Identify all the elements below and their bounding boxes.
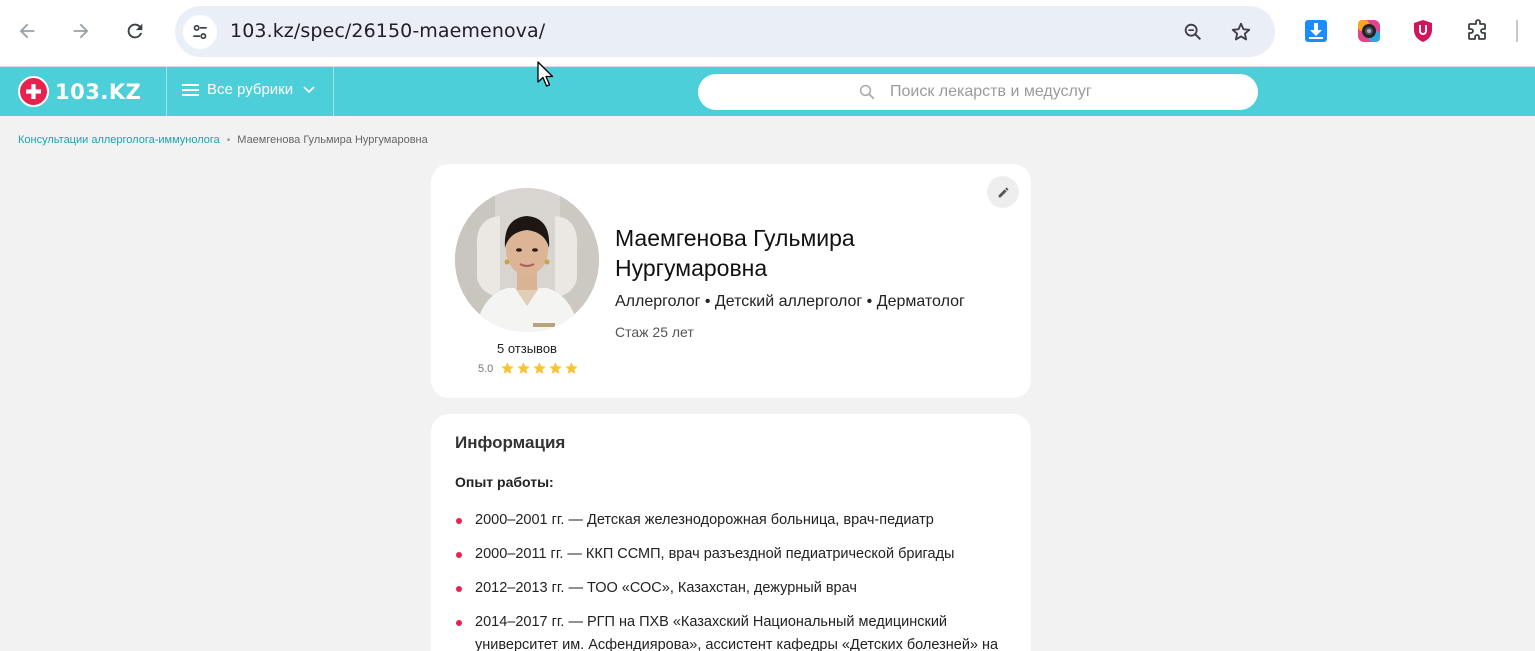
- header-divider: [166, 67, 167, 116]
- breadcrumb: Консультации аллерголога-иммунолога • Ма…: [18, 134, 428, 146]
- list-item: 2014–2017 гг. — РГП на ПХВ «Казахский На…: [455, 611, 1011, 651]
- edit-button[interactable]: [987, 176, 1019, 208]
- header-divider: [333, 67, 334, 116]
- breadcrumb-link-allergist[interactable]: Консультации аллерголога-иммунолога: [18, 134, 220, 146]
- work-experience-label: Опыт работы:: [455, 474, 554, 490]
- rubrics-menu-button[interactable]: Все рубрики: [182, 81, 315, 98]
- breadcrumb-separator: •: [226, 134, 231, 146]
- mouse-cursor-icon: [537, 61, 554, 87]
- camera-lens-icon: [1358, 20, 1380, 42]
- doctor-profile-card: 5 отзывов 5.0 Маемгенова Гульмира Нургум…: [431, 164, 1031, 398]
- info-title: Информация: [455, 433, 566, 452]
- info-card: Информация Опыт работы: 2000–2001 гг. — …: [431, 414, 1031, 651]
- tune-icon: [193, 24, 207, 40]
- list-item: 2012–2013 гг. — ТОО «СОС», Казахстан, де…: [455, 577, 1011, 600]
- star-icon: [549, 362, 562, 374]
- work-item-text: 2012–2013 гг. — ТОО «СОС», Казахстан, де…: [475, 580, 857, 596]
- site-logo[interactable]: 103.KZ: [18, 76, 141, 107]
- hamburger-icon: [182, 83, 199, 96]
- camera-extension-button[interactable]: [1355, 17, 1383, 45]
- bullet-icon: [456, 620, 462, 626]
- rubrics-label: Все рубрики: [207, 81, 294, 98]
- reviews-count[interactable]: 5 отзывов: [455, 341, 599, 356]
- rating: 5.0: [478, 361, 580, 376]
- search-icon: [859, 84, 875, 100]
- shield-icon: [1414, 20, 1432, 42]
- work-item-text: 2000–2011 гг. — ККП ССМП, врач разъездно…: [475, 546, 955, 562]
- work-experience-list: 2000–2001 гг. — Детская железнодорожная …: [455, 509, 1011, 651]
- zoom-button[interactable]: [1180, 19, 1206, 45]
- extensions-button[interactable]: [1464, 17, 1492, 45]
- bullet-icon: [456, 518, 462, 524]
- star-icon: [517, 362, 530, 374]
- site-header: 103.KZ Все рубрики: [0, 67, 1535, 116]
- star-icon: [565, 362, 578, 374]
- ublock-extension-button[interactable]: [1409, 17, 1437, 45]
- star-outline-icon: [1231, 22, 1251, 41]
- work-item-text: 2014–2017 гг. — РГП на ПХВ «Казахский На…: [475, 614, 999, 651]
- reload-button[interactable]: [119, 15, 151, 47]
- rating-value: 5.0: [478, 362, 494, 375]
- plus-icon: [18, 76, 49, 107]
- bookmark-button[interactable]: [1228, 19, 1254, 45]
- forward-button[interactable]: [65, 15, 97, 47]
- breadcrumb-current: Маемгенова Гульмира Нургумаровна: [237, 134, 428, 146]
- download-icon: [1305, 20, 1327, 42]
- rating-stars: [500, 361, 580, 376]
- list-item: 2000–2001 гг. — Детская железнодорожная …: [455, 509, 1011, 532]
- zoom-icon: [1184, 23, 1202, 41]
- doctor-avatar: [455, 188, 599, 332]
- reload-icon: [127, 23, 143, 39]
- search-bar[interactable]: [698, 74, 1258, 110]
- list-item: 2000–2011 гг. — ККП ССМП, врач разъездно…: [455, 543, 1011, 566]
- doctor-specialties: Аллерголог • Детский аллерголог • Дермат…: [615, 293, 965, 310]
- arrow-left-icon: [19, 23, 35, 39]
- toolbar-divider: [1516, 20, 1518, 42]
- back-button[interactable]: [11, 15, 43, 47]
- bullet-icon: [456, 586, 462, 592]
- address-bar[interactable]: 103.kz/spec/26150-maemenova/: [175, 6, 1275, 57]
- pencil-icon: [998, 187, 1008, 197]
- doctor-experience: Стаж 25 лет: [615, 324, 694, 340]
- download-extension-button[interactable]: [1302, 17, 1330, 45]
- star-icon: [533, 362, 546, 374]
- site-info-button[interactable]: [183, 15, 217, 49]
- doctor-name: Маемгенова Гульмира Нургумаровна: [615, 225, 855, 281]
- chevron-down-icon: [303, 85, 315, 93]
- search-input[interactable]: [890, 80, 1230, 104]
- url-text[interactable]: 103.kz/spec/26150-maemenova/: [230, 20, 545, 42]
- browser-toolbar: 103.kz/spec/26150-maemenova/: [0, 0, 1535, 66]
- star-icon: [501, 362, 514, 374]
- arrow-right-icon: [73, 23, 89, 39]
- puzzle-icon: [1468, 19, 1486, 40]
- work-item-text: 2000–2001 гг. — Детская железнодорожная …: [475, 512, 934, 528]
- bullet-icon: [456, 552, 462, 558]
- logo-text: 103.KZ: [55, 79, 142, 104]
